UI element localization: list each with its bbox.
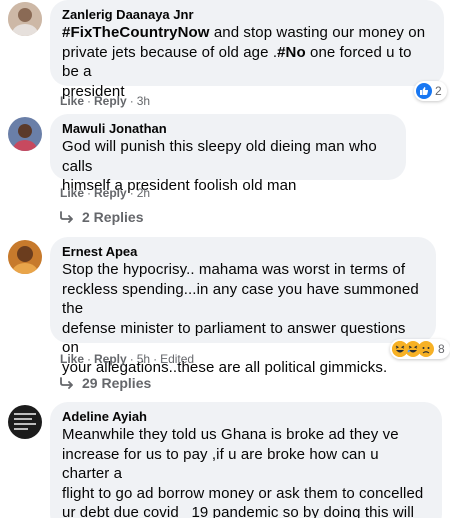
reaction-count: 8 bbox=[438, 342, 445, 356]
comment-text-line: defense minister to parliament to answer… bbox=[62, 319, 406, 357]
comment-text-part: and stop wasting our money on bbox=[209, 24, 426, 41]
comment-bubble: Mawuli Jonathan God will punish this sle… bbox=[50, 114, 406, 194]
like-button[interactable]: Like bbox=[60, 352, 84, 366]
replies-label: 2 Replies bbox=[82, 209, 144, 225]
comment-author[interactable]: Adeline Ayiah bbox=[62, 408, 430, 425]
replies-label: 29 Replies bbox=[82, 375, 152, 391]
reply-arrow-icon bbox=[60, 377, 73, 389]
comment-timestamp[interactable]: 2h bbox=[137, 186, 150, 200]
like-reaction-icon bbox=[416, 83, 432, 99]
comment-text: Meanwhile they told us Ghana is broke ad… bbox=[62, 425, 430, 518]
comment-text-line: ur debt due covid _19 pandemic so by doi… bbox=[62, 504, 415, 518]
comment-bubble: Adeline Ayiah Meanwhile they told us Gha… bbox=[50, 402, 442, 518]
reaction-summary[interactable]: 8 bbox=[390, 339, 450, 359]
avatar-image bbox=[8, 240, 42, 274]
comment-text-line: Stop the hypocrisy.. mahama was worst in… bbox=[62, 261, 406, 278]
view-replies-button[interactable]: 2 Replies bbox=[60, 209, 143, 225]
comment-bubble: Ernest Apea Stop the hypocrisy.. mahama … bbox=[50, 237, 436, 376]
avatar-image bbox=[8, 117, 42, 151]
view-replies-button[interactable]: 29 Replies bbox=[60, 375, 151, 391]
comment-author[interactable]: Mawuli Jonathan bbox=[62, 120, 394, 137]
comment-text-line: God will punish this sleepy old dieing m… bbox=[62, 138, 377, 175]
avatar[interactable] bbox=[8, 405, 42, 439]
reply-button[interactable]: Reply bbox=[94, 186, 127, 200]
edited-label[interactable]: Edited bbox=[160, 352, 194, 366]
avatar-image bbox=[8, 2, 42, 36]
reply-button[interactable]: Reply bbox=[94, 352, 127, 366]
comment-actions: Like · Reply · 5h · Edited bbox=[60, 352, 195, 366]
hashtag-link[interactable]: #No bbox=[277, 44, 306, 61]
avatar[interactable] bbox=[8, 117, 42, 151]
hashtag-link[interactable]: #FixTheCountryNow bbox=[62, 24, 210, 41]
avatar[interactable] bbox=[8, 240, 42, 274]
haha-reaction-icon bbox=[392, 341, 408, 357]
reply-arrow-icon bbox=[60, 211, 73, 223]
like-button[interactable]: Like bbox=[60, 186, 84, 200]
comment-text-part: private jets because of old age . bbox=[62, 43, 278, 61]
comment-actions: Like · Reply · 3h bbox=[60, 94, 151, 108]
reaction-summary[interactable]: 2 bbox=[414, 81, 447, 101]
reaction-count: 2 bbox=[435, 84, 442, 98]
comment-timestamp[interactable]: 5h bbox=[137, 352, 150, 366]
comment-bubble: Zanlerig Daanaya Jnr #FixTheCountryNow a… bbox=[50, 0, 444, 100]
comment-text: #FixTheCountryNow and stop wasting our m… bbox=[62, 23, 432, 101]
comment-actions: Like · Reply · 2h bbox=[60, 186, 151, 200]
comment-text-line: increase for us to pay ,if u are broke h… bbox=[62, 445, 379, 483]
comment-author[interactable]: Ernest Apea bbox=[62, 243, 424, 260]
comment-author[interactable]: Zanlerig Daanaya Jnr bbox=[62, 6, 432, 23]
avatar-image bbox=[8, 405, 42, 439]
avatar[interactable] bbox=[8, 2, 42, 36]
comment-text-line: Meanwhile they told us Ghana is broke ad… bbox=[62, 426, 399, 443]
comment-text-line: reckless spending...in any case you have… bbox=[62, 280, 419, 318]
comment-text-line: flight to go ad borrow money or ask them… bbox=[62, 484, 424, 502]
comment-timestamp[interactable]: 3h bbox=[137, 94, 150, 108]
reply-button[interactable]: Reply bbox=[94, 94, 127, 108]
like-button[interactable]: Like bbox=[60, 94, 84, 108]
